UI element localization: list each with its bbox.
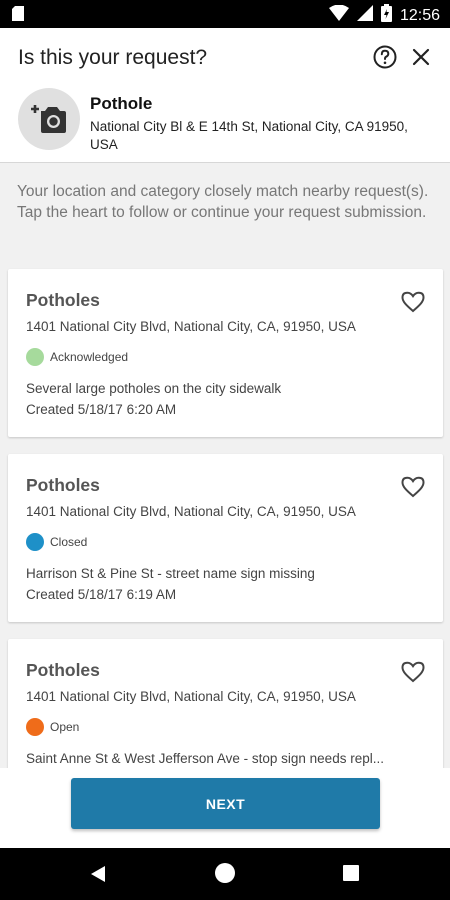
status-label: Open xyxy=(50,720,80,734)
status-badge: Open xyxy=(26,718,79,736)
sim-card-icon xyxy=(12,6,24,26)
request-address: National City Bl & E 14th St, National C… xyxy=(90,119,408,152)
wifi-icon xyxy=(328,4,349,26)
request-card[interactable]: Potholes 1401 National City Blvd, Nation… xyxy=(8,639,443,768)
intro-text: Your location and category closely match… xyxy=(17,183,429,221)
status-badge: Acknowledged xyxy=(26,348,128,366)
status-clock: 12:56 xyxy=(399,6,440,24)
help-circle-icon[interactable] xyxy=(372,44,398,70)
card-created: Created 5/18/17 6:20 AM xyxy=(26,402,177,417)
card-address: 1401 National City Blvd, National City, … xyxy=(26,504,356,519)
recent-apps-icon[interactable] xyxy=(343,865,359,881)
add-photo-button[interactable] xyxy=(18,88,80,150)
card-title: Potholes xyxy=(26,475,100,495)
system-nav-bar xyxy=(0,848,450,900)
card-description: Several large potholes on the city sidew… xyxy=(26,381,282,396)
card-title: Potholes xyxy=(26,660,100,680)
close-icon[interactable] xyxy=(408,44,434,70)
status-label: Acknowledged xyxy=(50,350,129,364)
battery-icon xyxy=(380,4,392,27)
request-card[interactable]: Potholes 1401 National City Blvd, Nation… xyxy=(8,454,443,622)
request-card[interactable]: Potholes 1401 National City Blvd, Nation… xyxy=(8,269,443,437)
page-title: Is this your request? xyxy=(18,46,208,69)
status-label: Closed xyxy=(50,535,88,549)
card-address: 1401 National City Blvd, National City, … xyxy=(26,689,356,704)
status-dot xyxy=(26,348,44,366)
request-summary: Pothole National City Bl & E 14th St, Na… xyxy=(0,88,450,162)
status-badge: Closed xyxy=(26,533,87,551)
heart-icon[interactable] xyxy=(401,291,425,313)
cellular-signal-icon xyxy=(356,5,373,26)
card-created: Created 5/18/17 6:19 AM xyxy=(26,587,177,602)
status-bar: 12:56 xyxy=(0,0,450,28)
dialog-header: Is this your request? xyxy=(0,28,450,88)
card-address: 1401 National City Blvd, National City, … xyxy=(26,319,356,334)
card-description: Saint Anne St & West Jefferson Ave - sto… xyxy=(26,751,384,766)
request-category: Pothole xyxy=(90,94,153,113)
nearby-requests-list[interactable]: Your location and category closely match… xyxy=(0,163,450,768)
status-dot xyxy=(26,533,44,551)
next-button[interactable]: NEXT xyxy=(71,778,380,829)
heart-icon[interactable] xyxy=(401,661,425,683)
home-icon[interactable] xyxy=(215,863,235,883)
status-dot xyxy=(26,718,44,736)
back-icon[interactable] xyxy=(89,864,107,889)
card-description: Harrison St & Pine St - street name sign… xyxy=(26,566,315,581)
footer: NEXT xyxy=(0,768,450,848)
card-title: Potholes xyxy=(26,290,100,310)
heart-icon[interactable] xyxy=(401,476,425,498)
add-photo-icon xyxy=(31,105,66,133)
